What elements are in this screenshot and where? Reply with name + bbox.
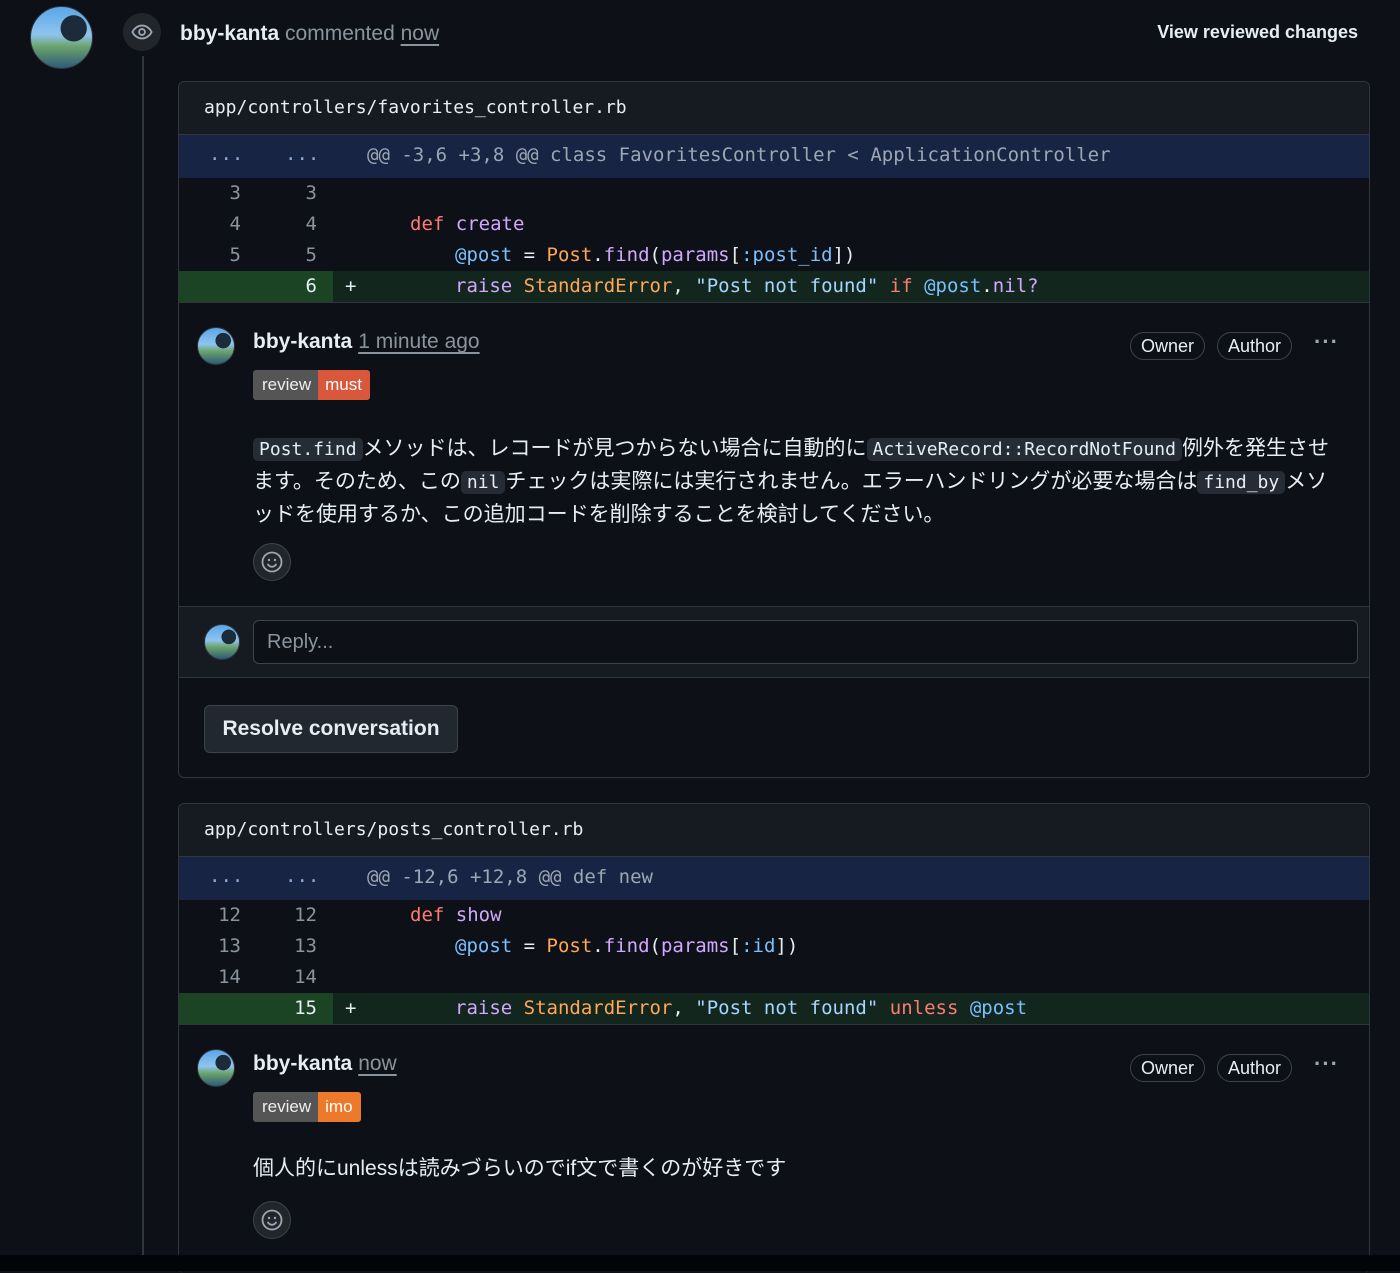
review-thread: app/controllers/favorites_controller.rb … [178, 81, 1370, 778]
file-path[interactable]: app/controllers/favorites_controller.rb [179, 82, 1369, 135]
comment-header: bby-kanta now [253, 1052, 397, 1076]
avatar[interactable] [30, 6, 93, 69]
body-text: メソッドは、レコードが見つからない場合に自動的に [362, 437, 867, 460]
old-line-number: 13 [218, 935, 241, 957]
review-label: review imo [253, 1092, 361, 1122]
code-line: 5 5 @post = Post.find(params[:post_id]) [179, 240, 1369, 271]
new-line-number: 6 [305, 275, 317, 297]
code-line-added: 15 + raise StandardError, "Post not foun… [179, 993, 1369, 1024]
action-text: commented [285, 22, 395, 45]
code-text: @post = Post.find(params[:post_id]) [455, 244, 856, 266]
timeline-line [142, 56, 144, 1256]
new-line-number: 14 [294, 966, 317, 988]
bottom-bar [0, 1255, 1400, 1271]
timestamp-link[interactable]: 1 minute ago [358, 330, 479, 353]
author-link[interactable]: bby-kanta [253, 330, 352, 353]
view-reviewed-changes-link[interactable]: View reviewed changes [1157, 22, 1358, 43]
smiley-icon [261, 551, 283, 573]
code-text: def show [410, 904, 502, 926]
body-text: チェックは実際には実行されません。エラーハンドリングが必要な場合は [505, 470, 1198, 493]
hunk-header: ... ... @@ -12,6 +12,8 @@ def new [179, 857, 1369, 900]
hunk-text: @@ -3,6 +3,8 @@ class FavoritesControlle… [367, 144, 1111, 166]
author-link[interactable]: bby-kanta [253, 1052, 352, 1075]
author-badge: Author [1217, 1054, 1293, 1082]
timestamp-link[interactable]: now [358, 1052, 397, 1075]
review-comment: bby-kanta 1 minute ago Owner Author ··· r… [179, 302, 1369, 608]
old-line-number: 4 [229, 213, 241, 235]
inline-code: find_by [1197, 471, 1286, 494]
expand-down-button[interactable]: ... [285, 143, 319, 165]
hunk-header: ... ... @@ -3,6 +3,8 @@ class FavoritesC… [179, 135, 1369, 178]
expand-down-button[interactable]: ... [285, 865, 319, 887]
code-line: 13 13 @post = Post.find(params[:id]) [179, 931, 1369, 962]
add-reaction-button[interactable] [253, 1201, 291, 1239]
label-key: review [253, 370, 319, 400]
old-line-number: 3 [229, 182, 241, 204]
code-line: 4 4 def create [179, 209, 1369, 240]
inline-code: Post.find [253, 438, 363, 461]
old-line-number: 5 [229, 244, 241, 266]
code-text: raise StandardError, "Post not found" if… [455, 275, 1039, 297]
review-comment: bby-kanta now Owner Author ··· review imo… [179, 1024, 1369, 1265]
code-line: 3 3 [179, 178, 1369, 209]
timestamp-link[interactable]: now [401, 22, 440, 45]
new-line-number: 15 [294, 997, 317, 1019]
reply-input[interactable]: Reply... [253, 620, 1358, 664]
label-value: must [318, 370, 370, 400]
author-link[interactable]: bby-kanta [180, 22, 279, 45]
new-line-number: 12 [294, 904, 317, 926]
code-text: raise StandardError, "Post not found" un… [455, 997, 1028, 1019]
avatar[interactable] [197, 1049, 235, 1087]
file-path[interactable]: app/controllers/posts_controller.rb [179, 804, 1369, 857]
label-value: imo [318, 1092, 361, 1122]
review-thread: app/controllers/posts_controller.rb ... … [178, 803, 1370, 1273]
resolve-conversation-button[interactable]: Resolve conversation [204, 705, 458, 753]
reply-area: Reply... [179, 606, 1369, 678]
eye-icon [121, 11, 163, 53]
avatar [204, 624, 240, 660]
label-key: review [253, 1092, 319, 1122]
owner-badge: Owner [1130, 332, 1206, 360]
review-label: review must [253, 370, 370, 400]
inline-code: ActiveRecord::RecordNotFound [866, 438, 1182, 461]
avatar[interactable] [197, 327, 235, 365]
author-badge: Author [1217, 332, 1293, 360]
owner-badge: Owner [1130, 1054, 1206, 1082]
old-line-number: 12 [218, 904, 241, 926]
kebab-menu-icon[interactable]: ··· [1314, 329, 1339, 355]
add-reaction-button[interactable] [253, 543, 291, 581]
new-line-number: 3 [305, 182, 317, 204]
inline-code: nil [460, 471, 506, 494]
new-line-number: 5 [305, 244, 317, 266]
comment-body: Post.find メソッドは、レコードが見つからない場合に自動的に ActiveR… [253, 433, 1343, 531]
kebab-menu-icon[interactable]: ··· [1314, 1051, 1339, 1077]
code-text: @post = Post.find(params[:id]) [455, 935, 799, 957]
diff-plus: + [345, 275, 357, 297]
smiley-icon [261, 1209, 283, 1231]
expand-up-button[interactable]: ... [209, 865, 243, 887]
timeline-header: bby-kanta commented now [180, 20, 439, 48]
code-text: def create [410, 213, 525, 235]
expand-up-button[interactable]: ... [209, 143, 243, 165]
new-line-number: 4 [305, 213, 317, 235]
hunk-text: @@ -12,6 +12,8 @@ def new [367, 866, 653, 888]
code-line: 12 12 def show [179, 900, 1369, 931]
code-line-added: 6 + raise StandardError, "Post not found… [179, 271, 1369, 302]
new-line-number: 13 [294, 935, 317, 957]
diff-plus: + [345, 997, 357, 1019]
comment-header: bby-kanta 1 minute ago [253, 330, 480, 354]
comment-body: 個人的にunlessは読みづらいのでif文で書くのが好きです [253, 1157, 787, 1180]
code-line: 14 14 [179, 962, 1369, 993]
old-line-number: 14 [218, 966, 241, 988]
